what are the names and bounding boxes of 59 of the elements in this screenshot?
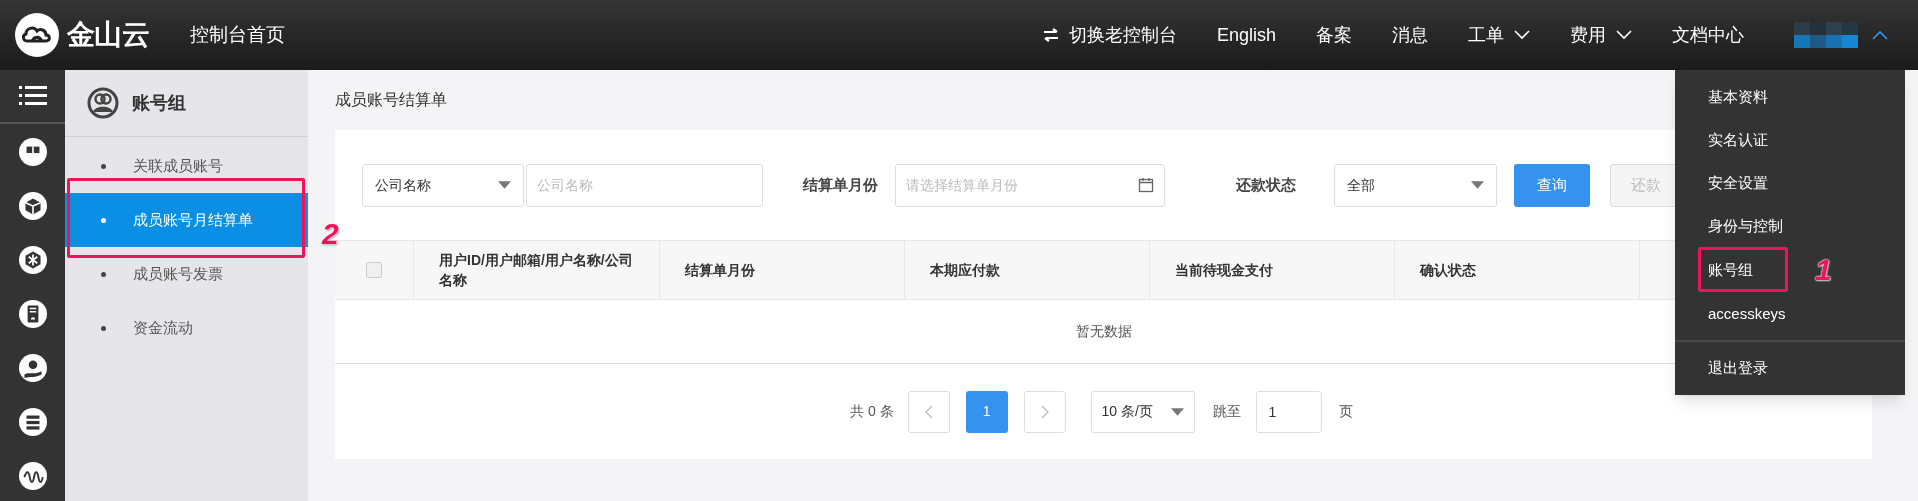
menu-item[interactable]: 实名认证: [1675, 118, 1905, 161]
column-header: 当前待现金支付: [1175, 260, 1273, 280]
network-icon[interactable]: [18, 138, 47, 166]
nav-link[interactable]: 切换老控制台: [1042, 21, 1177, 49]
dropdown-arrow-icon: [1170, 407, 1184, 416]
menu-icon[interactable]: [18, 86, 47, 106]
menu-item[interactable]: 身份与控制: [1675, 204, 1905, 247]
column-header: 本期应付款: [930, 260, 1000, 280]
chevron-left-icon: [924, 404, 933, 419]
user-group-icon: [87, 87, 119, 119]
home-link[interactable]: 控制台首页: [189, 20, 285, 50]
filter-label: 还款状态: [1236, 174, 1296, 195]
menu-item[interactable]: accesskeys: [1675, 292, 1905, 335]
nav-link[interactable]: 费用: [1570, 21, 1632, 49]
column-header: 结算单月份: [685, 260, 755, 280]
page-unit-label: 页: [1338, 402, 1353, 421]
menu-item[interactable]: 基本资料: [1675, 75, 1905, 118]
status-dropdown[interactable]: 全部: [1334, 163, 1497, 207]
company-name-field[interactable]: 公司名称: [526, 163, 763, 207]
callout-number: 1: [1815, 252, 1832, 288]
calendar-icon: [1138, 177, 1154, 193]
select-all-checkbox[interactable]: [366, 262, 382, 278]
cube-icon[interactable]: [18, 192, 47, 220]
wave-icon[interactable]: [18, 462, 47, 490]
field-type-dropdown[interactable]: 公司名称: [362, 163, 524, 207]
swap-arrows-icon: [1042, 27, 1059, 43]
dropdown-arrow-icon: [498, 181, 511, 189]
nav-link[interactable]: English: [1216, 21, 1276, 49]
sidebar-item[interactable]: 资金流动: [65, 301, 308, 355]
chevron-down-icon: [1616, 30, 1632, 40]
chevron-right-icon: [1040, 404, 1049, 419]
filter-label: 结算单月份: [803, 174, 878, 195]
hand-cloud-icon[interactable]: [18, 354, 47, 382]
blurred-username-drawing: [1794, 22, 1858, 48]
database-icon[interactable]: [18, 408, 47, 436]
menu-item[interactable]: 退出登录: [1675, 346, 1905, 389]
sidebar-title: 账号组: [132, 91, 186, 115]
column-header: 确认状态: [1420, 260, 1476, 280]
sidebar-item[interactable]: 成员账号发票: [65, 247, 308, 301]
callout-number: 2: [322, 216, 339, 252]
page-size-dropdown[interactable]: 10 条/页: [1090, 390, 1195, 433]
cloud-logo-icon[interactable]: [15, 13, 59, 57]
empty-table-message: 暂无数据: [1075, 322, 1132, 341]
nav-link[interactable]: 备案: [1316, 21, 1352, 49]
sidebar-item[interactable]: 关联成员账号: [65, 139, 308, 193]
logo-text[interactable]: 金山云: [67, 14, 149, 56]
jump-label: 跳至: [1212, 402, 1241, 421]
user-menu-toggle[interactable]: [1794, 22, 1888, 48]
nav-link[interactable]: 消息: [1392, 21, 1428, 49]
server-icon[interactable]: [18, 300, 47, 328]
nav-link[interactable]: 工单: [1468, 21, 1530, 49]
nav-link[interactable]: 文档中心: [1672, 21, 1744, 49]
snowflake-icon[interactable]: [18, 246, 47, 274]
page-title: 成员账号结算单: [335, 90, 447, 110]
jump-page-field[interactable]: 1: [1255, 390, 1322, 433]
chevron-down-icon: [1514, 30, 1530, 40]
dropdown-arrow-icon: [1471, 181, 1484, 189]
column-header: 用户ID/用户邮箱/用户名称/公司名称: [439, 251, 634, 290]
total-count: 共 0 条: [850, 402, 894, 421]
